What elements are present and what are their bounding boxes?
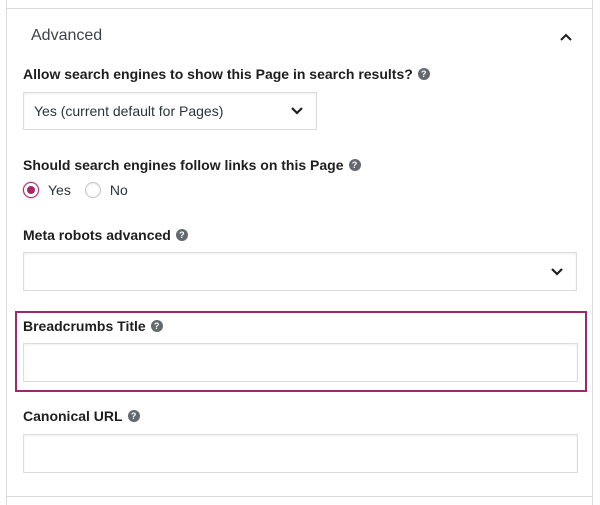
- search-visibility-label: Allow search engines to show this Page i…: [23, 66, 430, 82]
- follow-links-label-text: Should search engines follow links on th…: [23, 157, 344, 173]
- advanced-settings-panel: Advanced Allow search engines to show th…: [6, 0, 593, 505]
- radio-no[interactable]: No: [84, 182, 128, 198]
- follow-links-radio-group: Yes No: [23, 182, 142, 198]
- radio-no-label: No: [109, 182, 128, 198]
- radio-yes-circle[interactable]: [23, 182, 39, 198]
- meta-robots-select[interactable]: [23, 252, 577, 291]
- breadcrumbs-title-label: Breadcrumbs Title ?: [23, 318, 163, 334]
- meta-robots-label-text: Meta robots advanced: [23, 227, 171, 243]
- section-header[interactable]: Advanced: [7, 9, 592, 63]
- canonical-url-label-text: Canonical URL: [23, 408, 123, 424]
- help-icon[interactable]: ?: [150, 320, 163, 332]
- help-icon[interactable]: ?: [417, 68, 430, 80]
- chevron-up-icon: [560, 33, 572, 41]
- bottom-divider: [7, 496, 592, 497]
- radio-yes-label: Yes: [48, 182, 71, 198]
- meta-robots-label: Meta robots advanced ?: [23, 227, 188, 243]
- canonical-url-input[interactable]: [23, 434, 578, 473]
- search-visibility-label-text: Allow search engines to show this Page i…: [23, 66, 413, 82]
- radio-yes[interactable]: Yes: [23, 182, 71, 198]
- collapse-button[interactable]: [556, 27, 576, 47]
- chevron-down-icon: [291, 107, 303, 115]
- chevron-down-icon: [551, 267, 563, 276]
- section-title: Advanced: [31, 27, 103, 44]
- breadcrumbs-title-input[interactable]: [23, 343, 578, 382]
- help-icon[interactable]: ?: [348, 159, 361, 171]
- follow-links-label: Should search engines follow links on th…: [23, 157, 361, 173]
- breadcrumbs-title-label-text: Breadcrumbs Title: [23, 318, 146, 334]
- radio-no-circle[interactable]: [84, 182, 101, 198]
- search-visibility-selected: Yes (current default for Pages): [34, 103, 224, 119]
- canonical-url-label: Canonical URL ?: [23, 408, 140, 424]
- radio-checked-dot: [27, 186, 35, 194]
- search-visibility-select[interactable]: Yes (current default for Pages): [23, 92, 317, 130]
- help-icon[interactable]: ?: [127, 410, 140, 422]
- help-icon[interactable]: ?: [175, 229, 188, 241]
